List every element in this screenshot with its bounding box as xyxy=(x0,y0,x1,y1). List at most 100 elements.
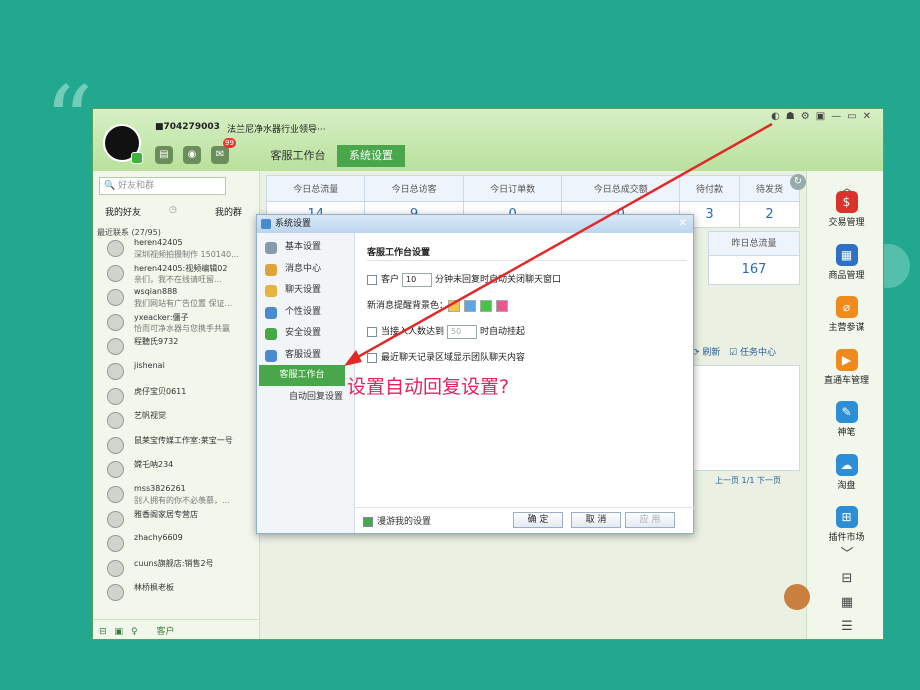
threshold-stepper[interactable]: 50 xyxy=(447,324,478,339)
auto-suspend-checkbox[interactable] xyxy=(367,326,377,337)
list-icon[interactable]: ☰ xyxy=(836,619,858,634)
chevron-down-icon[interactable]: ﹀ xyxy=(836,543,858,562)
tab-my-groups[interactable]: 我的群 xyxy=(215,205,242,218)
sidebar-item-label: 直通车管理 xyxy=(823,375,869,386)
task-center-button[interactable]: ☑ 任务中心 xyxy=(729,348,776,358)
nav-item-icon xyxy=(265,328,277,340)
contact-item[interactable]: zhachy6609 xyxy=(93,532,260,556)
section-title: 客服工作台设置 xyxy=(367,245,687,261)
close-icon[interactable]: ✕ xyxy=(679,215,687,233)
roam-settings-option[interactable]: 漫游我的设置 xyxy=(363,514,431,527)
contact-item[interactable]: yxeacker:僵子 恰而可净水器与您携手共赢 xyxy=(93,311,260,335)
sidebar-item-label: 主营参谋 xyxy=(828,323,865,333)
sidebar-item-product-manage[interactable]: ▦ 商品管理 xyxy=(807,243,883,281)
clock-icon[interactable]: ◷ xyxy=(169,205,177,215)
contact-item[interactable]: 鼠莱宝传媒工作室:莱宝一号 xyxy=(93,434,260,458)
search-input[interactable]: 🔍 好友和群 xyxy=(99,177,226,195)
sidebar-item-shenbi[interactable]: ✎ 神笔 xyxy=(807,401,883,438)
dialog-title: 系统设置 xyxy=(275,219,312,229)
roam-checkbox[interactable] xyxy=(363,516,373,527)
contact-item[interactable]: 程聽氏9732 xyxy=(93,335,260,359)
nav-item-label: 基本设置 xyxy=(285,242,322,252)
color-swatch[interactable] xyxy=(480,299,493,312)
contact-name: cuuns旗舰店:销售2号 xyxy=(134,558,214,568)
contact-last-message: 我们网站有广告位置 保证... xyxy=(134,299,233,309)
wangwang-icon[interactable]: ◉ xyxy=(183,146,201,164)
contact-avatar xyxy=(107,486,124,503)
contact-item[interactable]: cuuns旗舰店:销售2号 xyxy=(93,557,260,581)
contact-avatar xyxy=(107,289,124,307)
contact-item[interactable]: jishenai xyxy=(93,360,260,384)
mail-icon[interactable]: ✉ xyxy=(211,146,229,164)
contact-item[interactable]: 林桥枫老板 xyxy=(93,581,260,605)
sidebar-item-label: 交易管理 xyxy=(828,218,865,228)
window-controls[interactable]: ◐☗⚙▣—▭✕ xyxy=(771,111,877,122)
color-swatch[interactable] xyxy=(464,299,477,312)
pagination[interactable]: 上一页 1/1 下一页 xyxy=(715,475,781,486)
annotation-text: 设置自动回复设置? xyxy=(347,376,510,398)
nav-item-label: 消息中心 xyxy=(285,263,322,274)
contact-item[interactable]: heren42405:视频编辑02 亲们，我不在线请旺留... xyxy=(93,262,260,286)
sidebar-item-ztc-manage[interactable]: ▶ 直通车管理 xyxy=(807,348,883,386)
contact-avatar xyxy=(107,559,124,577)
contacts-icon[interactable]: ▤ xyxy=(155,146,173,164)
settings-nav-item[interactable]: 聊天设置 xyxy=(257,280,355,301)
subnav-auto-reply[interactable]: 自动回复设置 xyxy=(257,387,355,408)
shenbi-icon: ✎ xyxy=(835,401,858,423)
auto-close-checkbox[interactable] xyxy=(367,274,377,285)
settings-nav-item[interactable]: 安全设置 xyxy=(257,323,355,344)
ok-button[interactable]: 确 定 xyxy=(513,512,563,528)
settings-nav-item[interactable]: 个性设置 xyxy=(257,302,355,323)
customer-label[interactable]: 客户 xyxy=(157,627,175,637)
apply-button[interactable]: 应 用 xyxy=(625,512,675,528)
contact-name: heren42405:视频编辑02 xyxy=(134,263,228,273)
team-chat-option: 最近聊天记录区域显示团队聊天内容 xyxy=(367,349,687,369)
task-list xyxy=(692,365,800,471)
contact-avatar xyxy=(107,535,124,553)
nav-item-label: 聊天设置 xyxy=(285,285,322,295)
refresh-button[interactable]: ⟳ 刷新 xyxy=(692,348,720,358)
contact-avatar xyxy=(107,584,124,602)
yesterday-traffic-value: 167 xyxy=(741,262,767,277)
contact-item[interactable]: wsqian888 我们网站有广告位置 保证... xyxy=(93,286,260,310)
business-advisor-icon: ⌀ xyxy=(835,296,858,318)
settings-nav-item[interactable]: 消息中心 xyxy=(257,259,355,280)
avatar[interactable] xyxy=(103,124,143,164)
color-swatch[interactable] xyxy=(448,299,461,312)
sidebar-item-plugin-market[interactable]: ⊞ 插件市场 xyxy=(807,506,883,543)
minutes-select[interactable]: 10 xyxy=(402,272,433,287)
store-icon[interactable]: ⊟ xyxy=(836,571,858,586)
refresh-stats-icon[interactable]: ↻ xyxy=(790,174,806,190)
contact-item[interactable]: mss3826261 别人拥有的你不必羡慕，... xyxy=(93,483,260,507)
sidebar-item-trade-manage[interactable]: $ 交易管理 xyxy=(807,191,883,228)
nav-item-icon xyxy=(265,263,277,276)
bottom-toolbar[interactable]: ⊟▣♀ 客户 xyxy=(93,619,260,639)
subnav-service-workbench[interactable]: 客服工作台 xyxy=(259,365,345,386)
contact-avatar xyxy=(107,461,124,479)
tab-my-friends[interactable]: 我的好友 xyxy=(105,205,141,218)
settings-nav-item[interactable]: 客服设置 xyxy=(257,345,355,366)
settings-nav-item[interactable]: 基本设置 xyxy=(257,237,355,258)
tab-system-settings[interactable]: 系统设置 xyxy=(337,145,405,167)
color-swatch[interactable] xyxy=(496,299,509,312)
sidebar-item-taopan[interactable]: ☁ 淘盘 xyxy=(807,453,883,491)
cancel-button[interactable]: 取 消 xyxy=(571,512,621,528)
bg-color-option: 新消息提醒背景色： xyxy=(367,297,687,317)
team-chat-checkbox[interactable] xyxy=(367,352,377,363)
contact-item[interactable]: 雅香阁家居专营店 xyxy=(93,508,260,532)
contact-item[interactable]: 嫦乇呐234 xyxy=(93,458,260,482)
sidebar-item-label: 商品管理 xyxy=(828,270,865,281)
sidebar-item-business-advisor[interactable]: ⌀ 主营参谋 xyxy=(807,296,883,333)
refresh-label: 刷新 xyxy=(702,348,721,358)
grid-icon[interactable]: ▦ xyxy=(836,595,858,610)
stat-value[interactable]: 2 xyxy=(739,201,800,228)
contact-avatar xyxy=(107,240,124,257)
contact-item[interactable]: 虎仔宝贝0611 xyxy=(93,385,260,409)
settings-content: 客服工作台设置 客户 10 分钟未回复时自动关闭聊天窗口 新消息提醒背景色： 当接入… xyxy=(367,245,687,375)
contact-item[interactable]: 艺帆视觉 xyxy=(93,409,260,433)
contact-name: 虎仔宝贝0611 xyxy=(134,386,187,396)
mascot-icon xyxy=(784,584,810,610)
taopan-icon: ☁ xyxy=(835,453,858,476)
contact-item[interactable]: heren42405 深圳视频拍摄制作 150140... xyxy=(93,237,260,261)
tab-service-workbench[interactable]: 客服工作台 xyxy=(263,145,333,167)
